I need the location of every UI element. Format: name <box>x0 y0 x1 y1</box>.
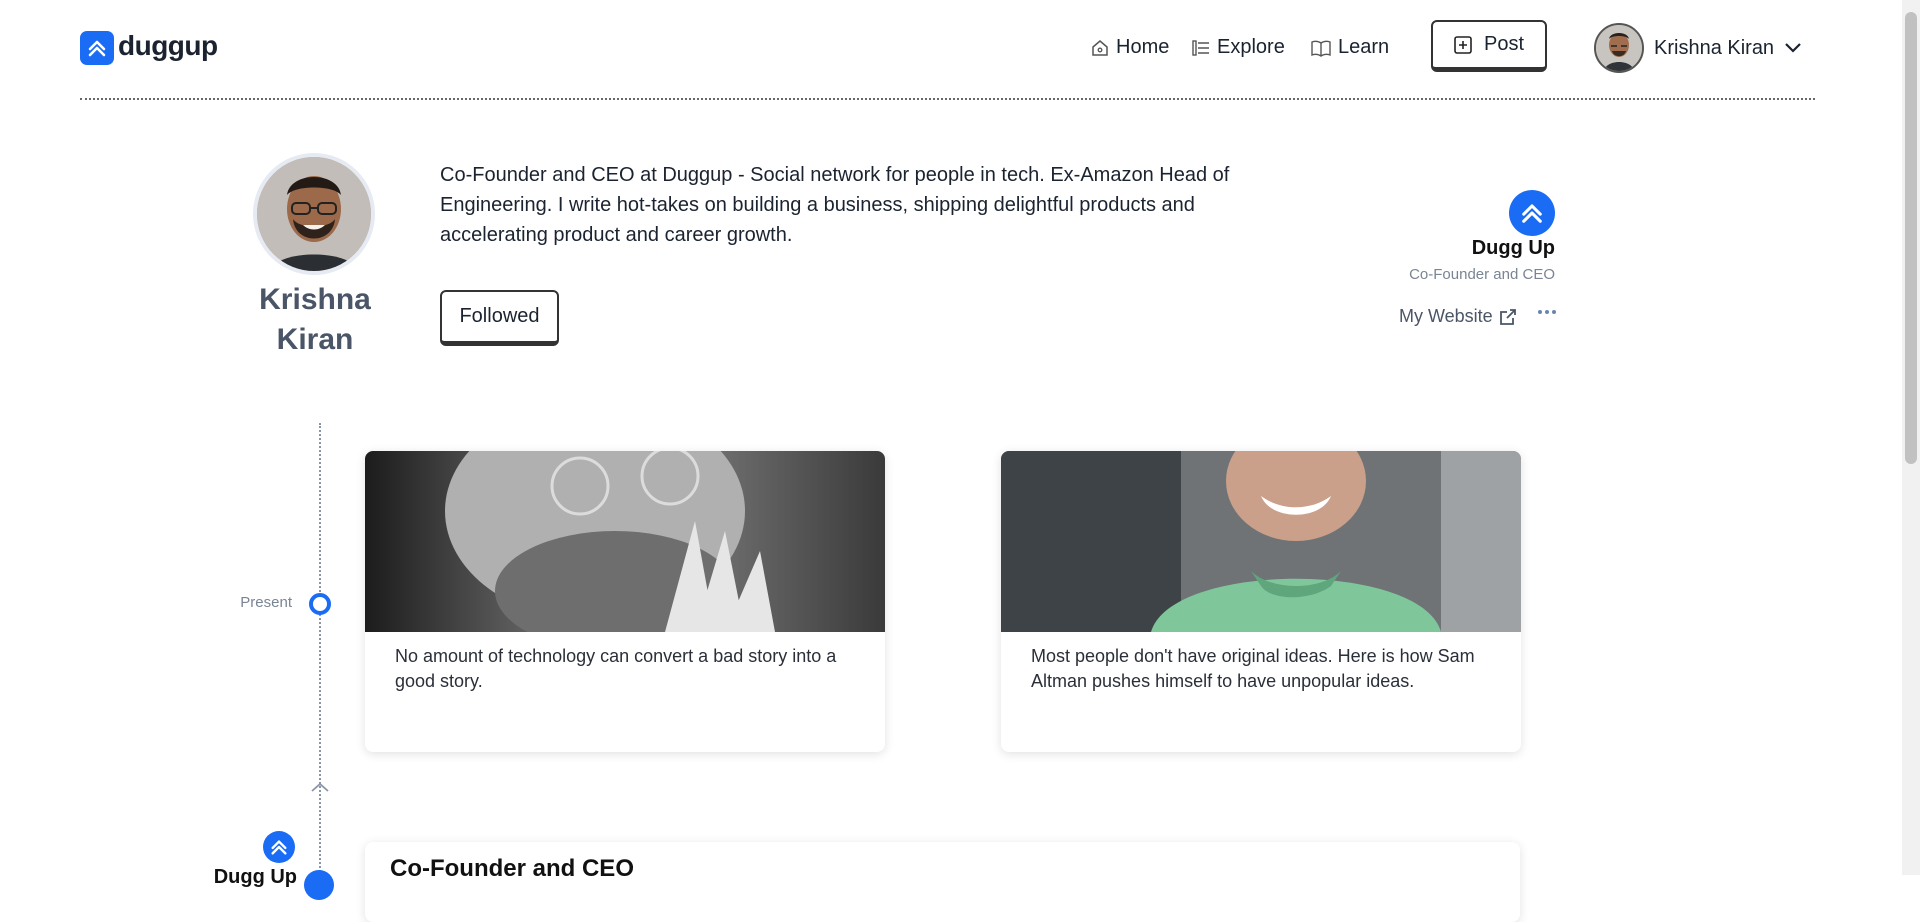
timeline-company-logo-icon[interactable] <box>263 831 295 863</box>
chevron-up-icon <box>311 782 329 792</box>
external-link-icon <box>1499 308 1516 325</box>
company-name[interactable]: Dugg Up <box>1300 237 1555 260</box>
home-icon <box>1092 39 1108 56</box>
more-options-icon[interactable] <box>1538 310 1556 314</box>
user-avatar <box>1594 23 1644 73</box>
user-menu[interactable]: Krishna Kiran <box>1594 22 1802 74</box>
list-icon <box>1192 39 1209 56</box>
post-button[interactable]: Post <box>1431 20 1547 72</box>
user-name: Krishna Kiran <box>1654 36 1775 59</box>
nav-learn-label: Learn <box>1338 36 1390 58</box>
duggup-logo-icon[interactable] <box>80 31 114 65</box>
brand-name[interactable]: duggup <box>118 30 218 62</box>
post-card-image <box>365 451 885 632</box>
nav-explore[interactable]: Explore <box>1192 36 1285 59</box>
post-card-text: Most people don't have original ideas. H… <box>1031 646 1475 691</box>
website-label: My Website <box>1399 306 1493 326</box>
post-card-text: No amount of technology can convert a ba… <box>395 646 837 691</box>
timeline-company-label: Dugg Up <box>213 866 297 888</box>
profile-name: Krishna Kiran <box>230 280 400 360</box>
book-icon <box>1311 40 1331 57</box>
nav-explore-label: Explore <box>1217 36 1285 58</box>
post-card[interactable]: Most people don't have original ideas. H… <box>1001 451 1521 752</box>
nav-home[interactable]: Home <box>1091 36 1169 59</box>
post-card[interactable]: No amount of technology can convert a ba… <box>365 451 885 752</box>
timeline-present-dot <box>309 593 331 615</box>
timeline-line <box>319 423 321 875</box>
post-button-label: Post <box>1483 33 1525 55</box>
profile-bio: Co-Founder and CEO at Duggup - Social ne… <box>440 164 1230 246</box>
post-card-image <box>1001 451 1521 632</box>
timeline-present-label: Present <box>240 594 292 611</box>
scrollbar-thumb[interactable] <box>1905 12 1917 464</box>
profile-first-name: Krishna <box>259 283 371 316</box>
company-logo-icon[interactable] <box>1509 190 1555 236</box>
chevron-down-icon <box>1785 43 1801 53</box>
company-role: Co-Founder and CEO <box>1409 266 1555 283</box>
experience-title: Co-Founder and CEO <box>390 855 634 882</box>
followed-button[interactable]: Followed <box>440 290 559 346</box>
nav-learn[interactable]: Learn <box>1311 36 1389 59</box>
profile-last-name: Kiran <box>276 323 354 356</box>
profile-avatar <box>253 153 375 275</box>
website-link[interactable]: My Website <box>1399 306 1517 327</box>
nav-home-label: Home <box>1116 36 1170 58</box>
plus-square-icon <box>1454 35 1472 54</box>
header-divider <box>80 98 1815 100</box>
